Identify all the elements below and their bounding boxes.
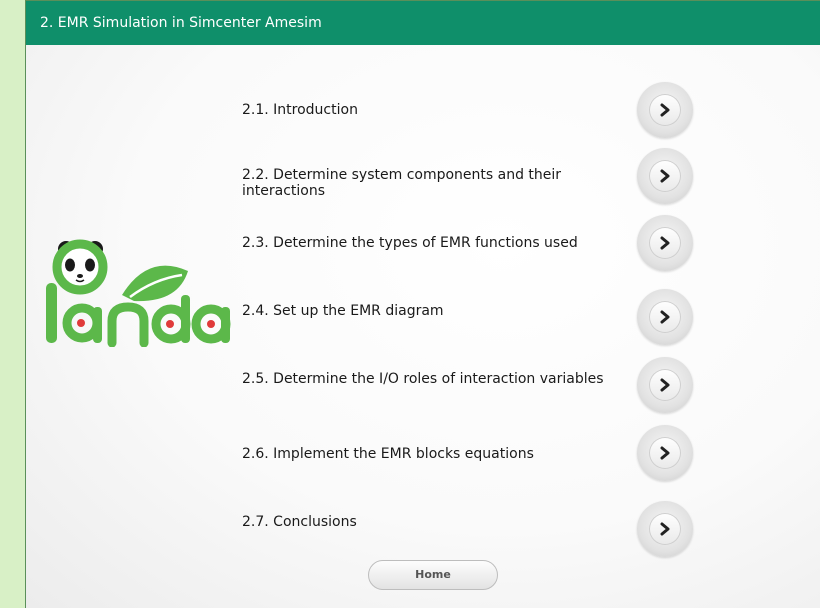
menu-item-emr-diagram[interactable]: 2.4. Set up the EMR diagram (26, 287, 820, 347)
menu-item-label: 2.7. Conclusions (242, 514, 357, 530)
chevron-right-icon (660, 103, 670, 117)
home-button[interactable]: Home (368, 560, 498, 590)
menu-item-button[interactable] (637, 425, 693, 481)
menu-item-io-roles[interactable]: 2.5. Determine the I/O roles of interact… (26, 357, 820, 417)
menu-item-label: 2.5. Determine the I/O roles of interact… (242, 371, 604, 387)
chevron-right-icon (660, 446, 670, 460)
chevron-right-icon (660, 310, 670, 324)
menu-item-introduction[interactable]: 2.1. Introduction (26, 79, 820, 139)
chevron-right-icon (660, 378, 670, 392)
menu-item-button[interactable] (637, 289, 693, 345)
menu-item-label: 2.4. Set up the EMR diagram (242, 303, 444, 319)
menu-item-system-components[interactable]: 2.2. Determine system components and the… (26, 146, 820, 206)
menu-item-label: 2.2. Determine system components and the… (242, 167, 562, 199)
menu-item-button[interactable] (637, 82, 693, 138)
chevron-right-icon (660, 522, 670, 536)
menu-item-button[interactable] (637, 215, 693, 271)
chevron-right-icon (660, 236, 670, 250)
menu-item-label: 2.6. Implement the EMR blocks equations (242, 446, 534, 462)
menu-item-button[interactable] (637, 501, 693, 557)
menu-item-label: 2.1. Introduction (242, 102, 358, 118)
menu-item-button[interactable] (637, 148, 693, 204)
menu-item-label: 2.3. Determine the types of EMR function… (242, 235, 578, 251)
chevron-right-icon (660, 169, 670, 183)
page-title: 2. EMR Simulation in Simcenter Amesim (26, 1, 820, 45)
menu-item-conclusions[interactable]: 2.7. Conclusions (26, 499, 820, 559)
menu-item-block-equations[interactable]: 2.6. Implement the EMR blocks equations (26, 425, 820, 485)
menu-item-button[interactable] (637, 357, 693, 413)
menu-item-emr-functions[interactable]: 2.3. Determine the types of EMR function… (26, 213, 820, 273)
main-panel: 2. EMR Simulation in Simcenter Amesim 2.… (25, 0, 820, 608)
